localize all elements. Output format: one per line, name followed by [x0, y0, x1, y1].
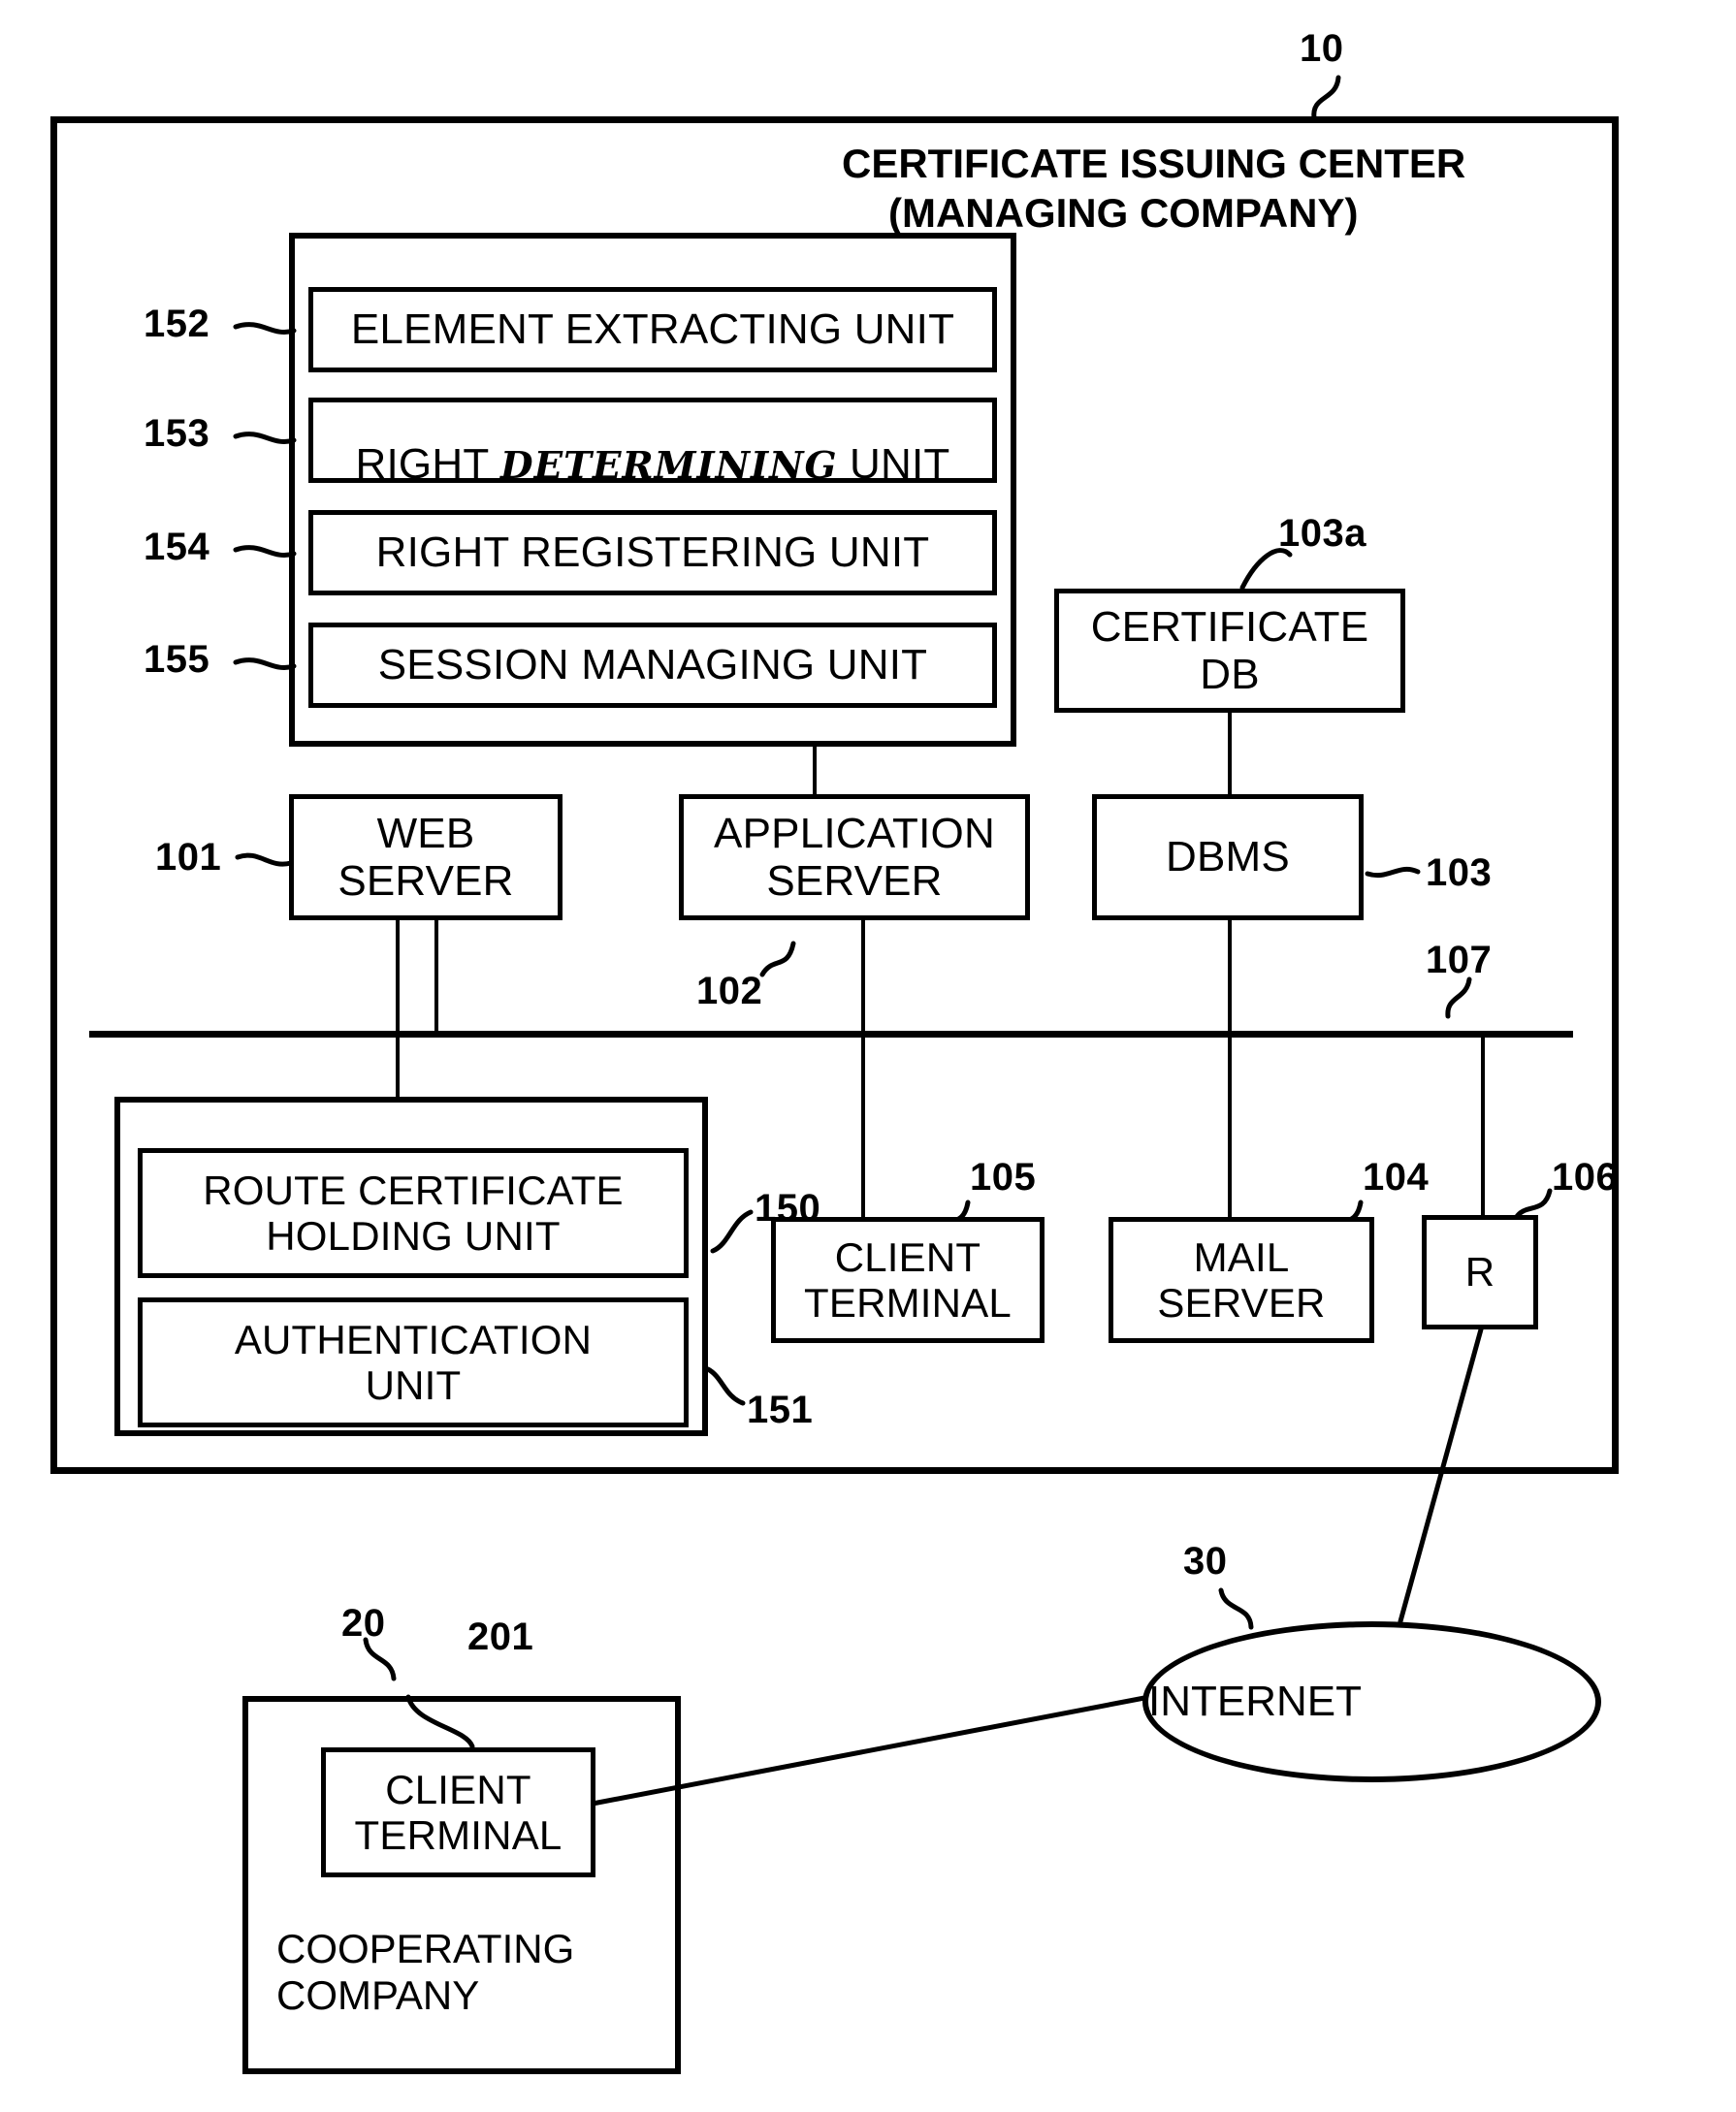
mail-server-label: MAIL SERVER	[1157, 1233, 1326, 1326]
ref-103a: 103a	[1278, 512, 1366, 555]
drop-bus-mail	[1228, 1031, 1232, 1217]
drop-dbms	[1228, 920, 1232, 1033]
right-determining-unit-label-handwritten: DETERMINING	[500, 444, 838, 488]
certificate-db[interactable]: CERTIFICATE DB	[1054, 589, 1405, 713]
drop-bus-webunits	[396, 1031, 400, 1097]
ref-154: 154	[144, 526, 210, 568]
link-units-appserver	[813, 747, 817, 794]
ref-101: 101	[155, 836, 222, 879]
authentication-unit-label: AUTHENTICATION UNIT	[234, 1316, 593, 1408]
session-managing-unit[interactable]: SESSION MANAGING UNIT	[308, 623, 997, 708]
ref-153: 153	[144, 412, 210, 455]
leader-30	[1218, 1587, 1254, 1630]
leader-10	[1311, 75, 1341, 121]
drop-webserver-a	[396, 920, 400, 1033]
dbms-label: DBMS	[1166, 833, 1290, 881]
mail-server[interactable]: MAIL SERVER	[1109, 1217, 1374, 1343]
dbms[interactable]: DBMS	[1092, 794, 1364, 920]
ref-155: 155	[144, 638, 210, 681]
right-determining-unit-label-pre: RIGHT	[355, 440, 501, 488]
drop-bus-client	[861, 1031, 865, 1217]
route-certificate-holding-unit[interactable]: ROUTE CERTIFICATE HOLDING UNIT	[138, 1148, 689, 1278]
leader-20	[363, 1637, 397, 1681]
authentication-unit[interactable]: AUTHENTICATION UNIT	[138, 1297, 689, 1427]
application-server-label: APPLICATION SERVER	[714, 809, 995, 905]
web-server[interactable]: WEB SERVER	[289, 794, 563, 920]
client-terminal-cooperating-label: CLIENT TERMINAL	[354, 1766, 563, 1858]
right-registering-unit-label: RIGHT REGISTERING UNIT	[375, 528, 930, 577]
drop-appserver	[861, 920, 865, 1033]
web-server-label: WEB SERVER	[338, 809, 514, 905]
internet-label: INTERNET	[1148, 1678, 1362, 1725]
network-bus	[89, 1031, 1573, 1038]
ref-105: 105	[970, 1156, 1037, 1199]
ref-151: 151	[747, 1389, 814, 1431]
center-title-line1: CERTIFICATE ISSUING CENTER	[842, 141, 1466, 186]
ref-107: 107	[1426, 939, 1493, 981]
element-extracting-unit[interactable]: ELEMENT EXTRACTING UNIT	[308, 287, 997, 372]
right-registering-unit[interactable]: RIGHT REGISTERING UNIT	[308, 510, 997, 595]
cooperating-company-label: COOPERATING COMPANY	[276, 1926, 575, 2019]
ref-106: 106	[1552, 1156, 1619, 1199]
drop-webserver-b	[434, 920, 438, 1033]
link-certdb-dbms	[1228, 713, 1232, 794]
client-terminal-center[interactable]: CLIENT TERMINAL	[771, 1217, 1045, 1343]
ref-10: 10	[1300, 27, 1344, 70]
ref-201: 201	[467, 1616, 534, 1658]
ref-20: 20	[341, 1602, 386, 1645]
router-r[interactable]: R	[1422, 1215, 1538, 1329]
ref-102: 102	[696, 970, 763, 1012]
ref-103: 103	[1426, 851, 1493, 894]
ref-152: 152	[144, 303, 210, 345]
internet-cloud[interactable]: INTERNET	[1142, 1621, 1601, 1782]
center-title-line2: (MANAGING COMPANY)	[888, 190, 1359, 236]
drop-bus-router	[1481, 1031, 1485, 1215]
route-certificate-holding-unit-label: ROUTE CERTIFICATE HOLDING UNIT	[203, 1167, 624, 1259]
right-determining-unit-label: RIGHT DETERMINING UNIT	[313, 393, 992, 489]
right-determining-unit[interactable]: RIGHT DETERMINING UNIT	[308, 398, 997, 488]
ref-30: 30	[1183, 1540, 1228, 1583]
figure-canvas: 10 CERTIFICATE ISSUING CENTER (MANAGING …	[0, 0, 1736, 2112]
router-r-label: R	[1464, 1249, 1495, 1296]
application-server[interactable]: APPLICATION SERVER	[679, 794, 1030, 920]
ref-104: 104	[1363, 1156, 1430, 1199]
client-terminal-center-label: CLIENT TERMINAL	[804, 1233, 1012, 1326]
certificate-db-label: CERTIFICATE DB	[1090, 602, 1369, 698]
client-terminal-cooperating[interactable]: CLIENT TERMINAL	[321, 1747, 595, 1877]
right-determining-unit-label-post: UNIT	[837, 440, 950, 488]
element-extracting-unit-label: ELEMENT EXTRACTING UNIT	[350, 305, 955, 354]
session-managing-unit-label: SESSION MANAGING UNIT	[377, 641, 928, 689]
